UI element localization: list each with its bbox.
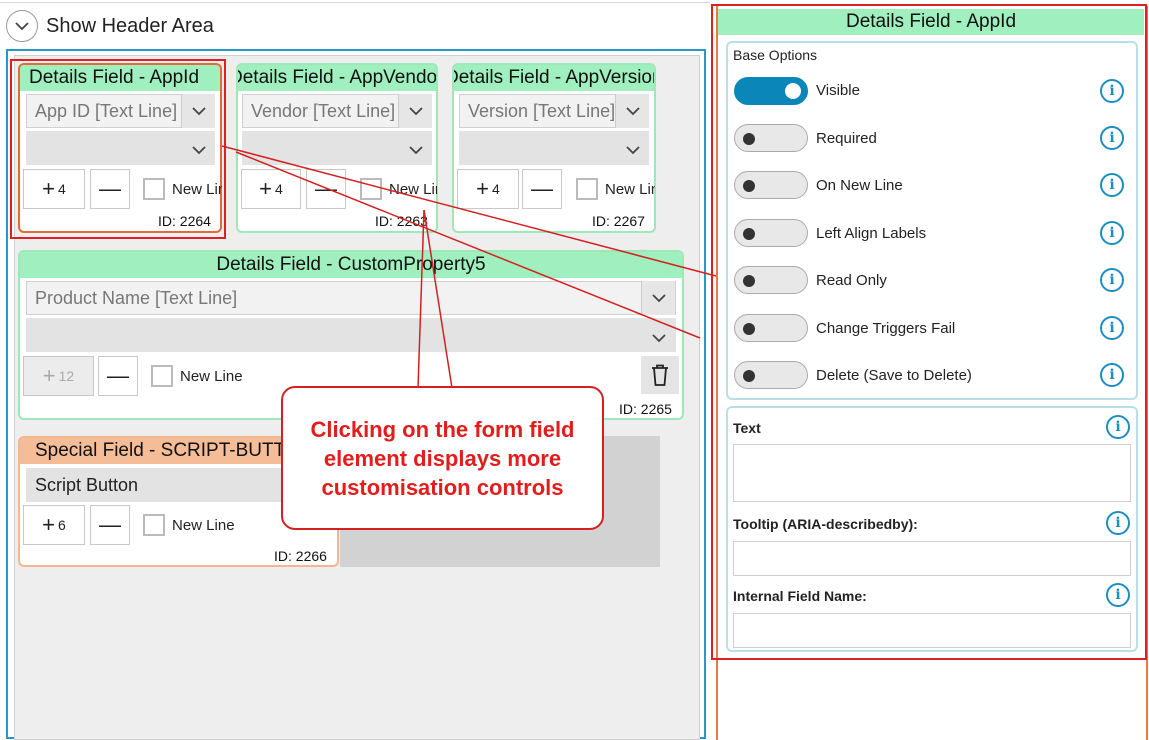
annotation-callout: Clicking on the form field element displ… bbox=[281, 386, 604, 530]
callout-line bbox=[417, 209, 425, 389]
callout-line bbox=[235, 151, 701, 339]
callout-text: Clicking on the form field element displ… bbox=[310, 416, 575, 500]
callout-lines bbox=[221, 145, 717, 389]
callout-line bbox=[221, 145, 717, 277]
